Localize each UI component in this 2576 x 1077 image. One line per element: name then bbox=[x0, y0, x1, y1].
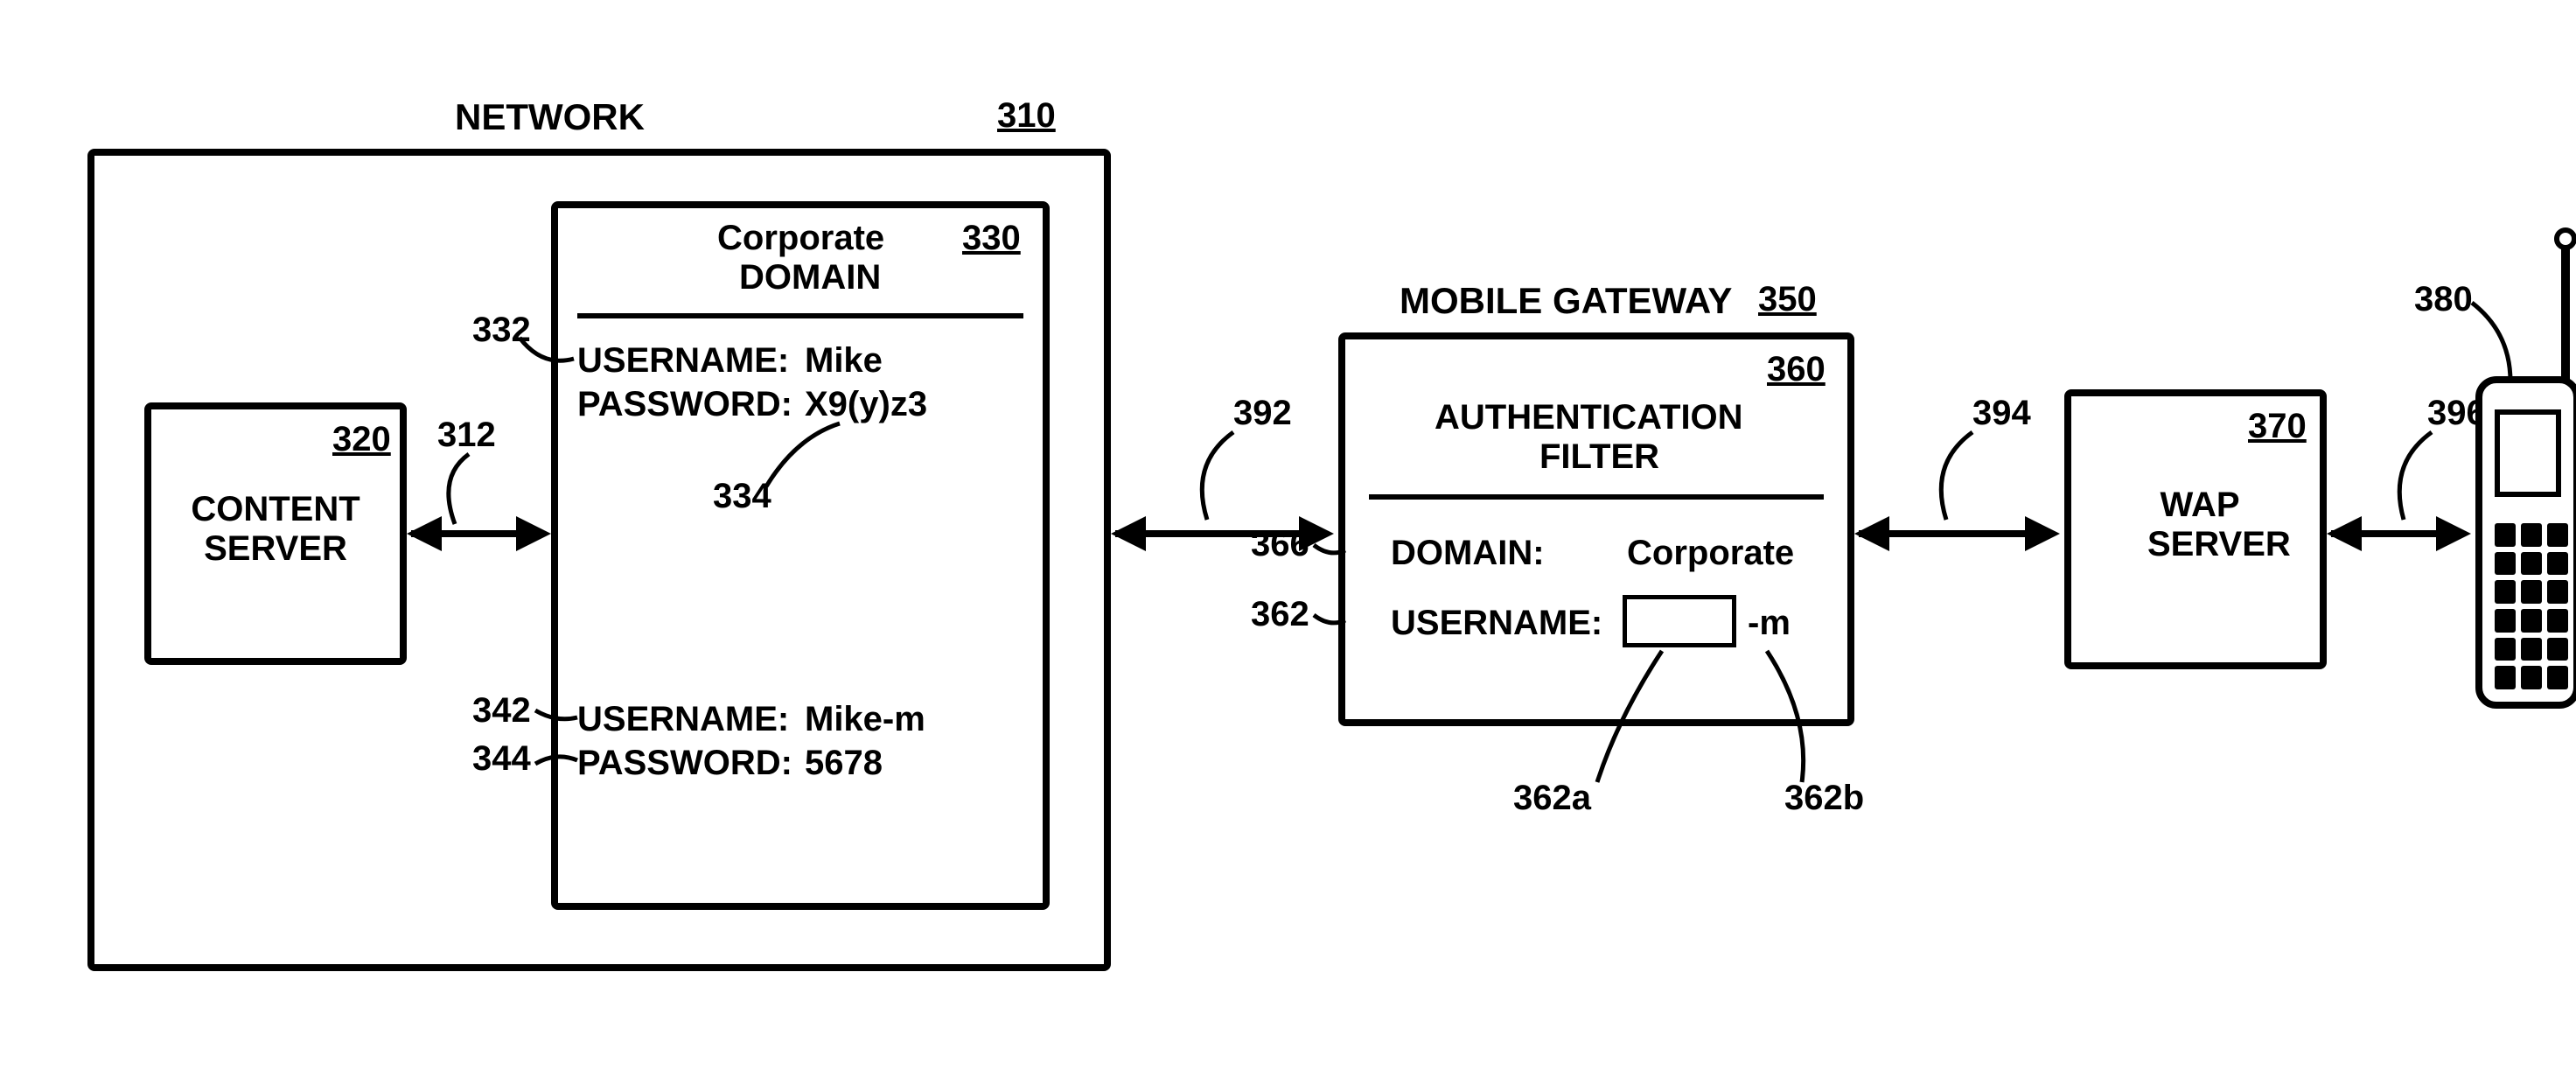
leader-312 bbox=[429, 451, 490, 529]
cd-user2-value: Mike-m bbox=[805, 700, 925, 739]
filter-domain-value: Corporate bbox=[1627, 534, 1794, 573]
leader-362b bbox=[1758, 647, 1819, 787]
filter-username-label: USERNAME: bbox=[1391, 604, 1602, 643]
cd-user2-label: USERNAME: bbox=[577, 700, 789, 739]
corporate-domain-divider bbox=[577, 313, 1023, 318]
leader-334 bbox=[761, 420, 848, 490]
corporate-domain-title1: Corporate bbox=[717, 219, 884, 258]
network-title: NETWORK bbox=[455, 96, 645, 138]
leader-344 bbox=[532, 748, 580, 770]
leader-342 bbox=[532, 707, 580, 729]
mobile-gateway-ref: 350 bbox=[1758, 280, 1817, 319]
filter-username-suffix: -m bbox=[1748, 604, 1791, 643]
auth-filter-divider bbox=[1369, 494, 1824, 500]
phone-ref: 380 bbox=[2414, 280, 2473, 319]
phone-antenna-tip bbox=[2554, 227, 2576, 250]
auth-filter-title1: AUTHENTICATION bbox=[1435, 398, 1743, 437]
field-362a-ref: 362a bbox=[1513, 779, 1591, 818]
corporate-domain-ref: 330 bbox=[962, 219, 1021, 258]
leader-332 bbox=[516, 324, 577, 372]
leader-366 bbox=[1312, 538, 1347, 560]
filter-username-ref: 362 bbox=[1251, 595, 1309, 634]
filter-domain-label: DOMAIN: bbox=[1391, 534, 1545, 573]
filter-domain-ref: 366 bbox=[1251, 525, 1309, 564]
leader-362 bbox=[1312, 608, 1347, 630]
cd-pass2-value: 5678 bbox=[805, 744, 883, 783]
cd-pass2-ref: 344 bbox=[472, 739, 531, 779]
cd-user1-value: Mike bbox=[805, 341, 883, 381]
corporate-domain-box bbox=[551, 201, 1050, 910]
leader-380 bbox=[2467, 297, 2528, 385]
arrow-396-head-left bbox=[2327, 516, 2362, 551]
cd-pass2-label: PASSWORD: bbox=[577, 744, 792, 783]
corporate-domain-title2: DOMAIN bbox=[739, 258, 881, 297]
arrow-394-head-left bbox=[1854, 516, 1889, 551]
auth-filter-title2: FILTER bbox=[1539, 437, 1659, 477]
phone-keypad bbox=[2495, 523, 2568, 689]
cd-pass1-value: X9(y)z3 bbox=[805, 385, 927, 424]
arrow-394-head-right bbox=[2025, 516, 2060, 551]
network-ref: 310 bbox=[997, 96, 1056, 136]
arrow-312-ref: 312 bbox=[437, 416, 496, 455]
leader-362a bbox=[1592, 647, 1671, 787]
leader-392 bbox=[1181, 429, 1251, 525]
wap-server-title: WAP SERVER bbox=[2147, 486, 2252, 564]
content-server-title: CONTENT SERVER bbox=[188, 490, 363, 569]
cd-user1-label: USERNAME: bbox=[577, 341, 789, 381]
content-server-ref: 320 bbox=[332, 420, 391, 459]
phone-antenna bbox=[2561, 245, 2570, 385]
phone-icon bbox=[2475, 376, 2576, 709]
cd-pass1-label: PASSWORD: bbox=[577, 385, 792, 424]
leader-394 bbox=[1920, 429, 1990, 525]
arrow-394-ref: 394 bbox=[1972, 394, 2031, 433]
phone-screen bbox=[2495, 409, 2561, 497]
diagram-canvas: NETWORK 310 320 CONTENT SERVER 312 Corpo… bbox=[0, 0, 2576, 1077]
auth-filter-ref: 360 bbox=[1767, 350, 1826, 389]
arrow-312-head-right bbox=[516, 516, 551, 551]
leader-396 bbox=[2379, 429, 2449, 525]
arrow-392-ref: 392 bbox=[1233, 394, 1292, 433]
wap-server-ref: 370 bbox=[2248, 407, 2307, 446]
mobile-gateway-title: MOBILE GATEWAY bbox=[1400, 280, 1732, 322]
filter-username-field[interactable] bbox=[1623, 595, 1736, 647]
arrow-392-head-left bbox=[1111, 516, 1146, 551]
cd-user2-ref: 342 bbox=[472, 691, 531, 731]
